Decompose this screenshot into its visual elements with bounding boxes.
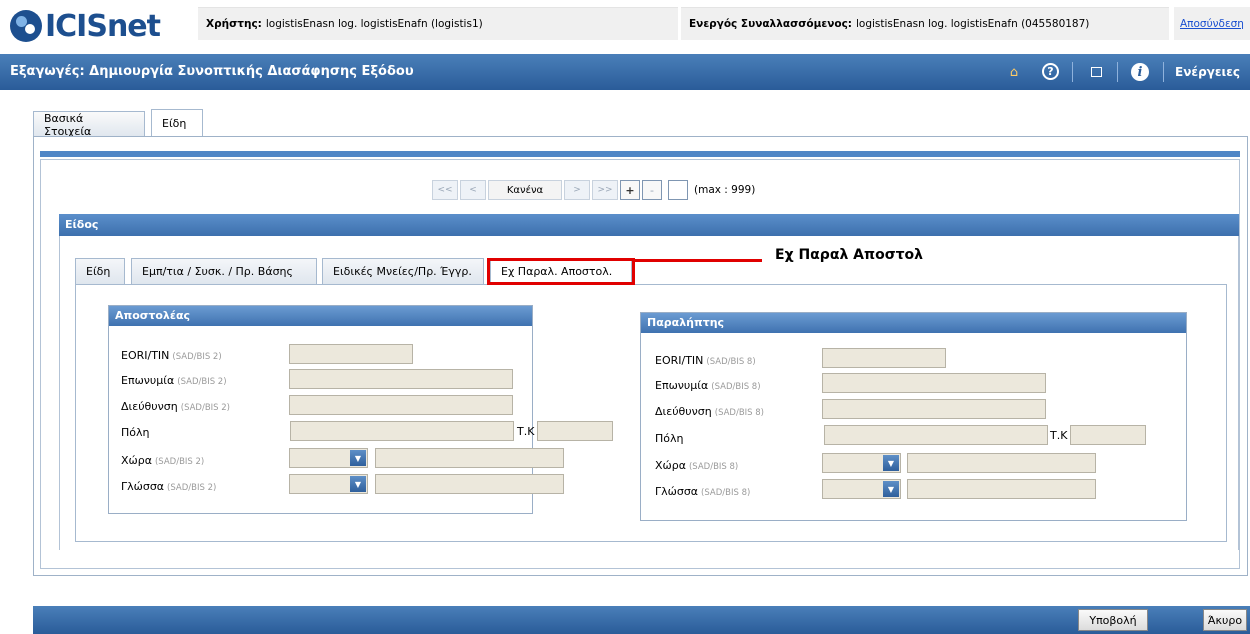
consignee-city-label: Πόλη (655, 431, 684, 445)
consignor-country-select[interactable]: ▼ (289, 448, 368, 468)
callout-label: Εχ Παραλ Αποστολ (775, 247, 924, 263)
active-trader-info: Ενεργός Συναλλασσόμενος: logistisEnasn l… (681, 7, 1169, 40)
item-section-header: Είδος (59, 214, 1239, 236)
user-label: Χρήστης: (206, 18, 262, 30)
consignor-postcode-label: Τ.Κ (517, 425, 535, 438)
consignee-country-label: Χώρα (SAD/BIS 8) (655, 458, 739, 472)
consignee-language-label: Γλώσσα (SAD/BIS 8) (655, 484, 751, 498)
consignee-country-name-input[interactable] (907, 453, 1096, 473)
user-info: Χρήστης: logistisEnasn log. logistisEnaf… (198, 7, 678, 40)
submit-button[interactable]: Υποβολή (1078, 609, 1148, 631)
logo-text: ICISnet (45, 8, 161, 44)
toolbar-divider (1117, 62, 1118, 82)
consignee-title: Παραλήπτης (641, 313, 1186, 333)
consignee-postcode-input[interactable] (1070, 425, 1146, 445)
consignor-postcode-input[interactable] (537, 421, 613, 441)
consignor-language-label: Γλώσσα (SAD/BIS 2) (121, 479, 217, 493)
consignee-city-input[interactable] (824, 425, 1048, 445)
consignee-address-label: Διεύθυνση (SAD/BIS 8) (655, 404, 765, 418)
title-bar: Εξαγωγές: Δημιουργία Συνοπτικής Διασάφησ… (0, 54, 1250, 90)
chevron-down-icon[interactable]: ▼ (350, 476, 366, 492)
item-pager: << < Κανένα > >> + - (max : 999) (432, 179, 755, 201)
home-icon[interactable]: ⌂ (1005, 63, 1023, 81)
tab-basic-info[interactable]: Βασικά Στοιχεία (33, 111, 145, 138)
tab-item-special-mentions[interactable]: Ειδικές Μνείες/Πρ. Έγγρ. (322, 258, 484, 284)
consignee-postcode-label: Τ.Κ (1050, 429, 1068, 442)
user-value: logistisEnasn log. logistisEnafn (logist… (265, 18, 483, 30)
window-icon[interactable] (1087, 63, 1105, 81)
next-page-button[interactable]: > (564, 180, 590, 200)
cancel-button[interactable]: Άκυρο (1203, 609, 1247, 631)
add-item-button[interactable]: + (620, 180, 640, 200)
chevron-down-icon[interactable]: ▼ (350, 450, 366, 466)
consignor-address-input[interactable] (289, 395, 513, 415)
consignor-eori-input[interactable] (289, 344, 413, 364)
first-page-button[interactable]: << (432, 180, 458, 200)
prev-page-button[interactable]: < (460, 180, 486, 200)
tab-item-goods[interactable]: Είδη (75, 258, 125, 284)
tab-item-packages[interactable]: Εμπ/τια / Συσκ. / Πρ. Βάσης (131, 258, 317, 284)
tab-highlight-box (487, 258, 635, 285)
consignor-country-name-input[interactable] (375, 448, 564, 468)
consignor-city-input[interactable] (290, 421, 514, 441)
last-page-button[interactable]: >> (592, 180, 618, 200)
active-trader-value: logistisEnasn log. logistisEnafn (045580… (856, 18, 1090, 30)
logout-link[interactable]: Αποσύνδεση (1174, 7, 1250, 40)
consignee-address-input[interactable] (822, 399, 1046, 419)
logo-mark-icon (10, 10, 42, 42)
consignor-title: Αποστολέας (109, 306, 532, 326)
item-checkbox[interactable] (668, 180, 688, 200)
consignee-eori-label: EORI/TIN (SAD/BIS 8) (655, 353, 756, 367)
consignee-name-label: Επωνυμία (SAD/BIS 8) (655, 378, 761, 392)
callout-line (635, 259, 762, 262)
toolbar-divider (1163, 62, 1164, 82)
top-bar: ICISnet Χρήστης: logistisEnasn log. logi… (0, 0, 1250, 52)
consignee-country-select[interactable]: ▼ (822, 453, 901, 473)
consignee-language-select[interactable]: ▼ (822, 479, 901, 499)
app-logo: ICISnet (10, 6, 161, 46)
help-icon[interactable]: ? (1042, 63, 1059, 80)
consignor-language-select[interactable]: ▼ (289, 474, 368, 494)
consignor-language-name-input[interactable] (375, 474, 564, 494)
toolbar-divider (1072, 62, 1073, 82)
consignee-name-input[interactable] (822, 373, 1046, 393)
remove-item-button[interactable]: - (642, 180, 662, 200)
chevron-down-icon[interactable]: ▼ (883, 481, 899, 497)
current-item-field[interactable]: Κανένα (488, 180, 562, 200)
actions-menu[interactable]: Ενέργειες (1175, 65, 1240, 79)
active-trader-label: Ενεργός Συναλλασσόμενος: (689, 18, 852, 30)
footer-bar (33, 606, 1250, 634)
consignor-name-label: Επωνυμία (SAD/BIS 2) (121, 373, 227, 387)
max-items-text: (max : 999) (694, 184, 756, 196)
consignor-address-label: Διεύθυνση (SAD/BIS 2) (121, 399, 231, 413)
tab-items[interactable]: Είδη (151, 109, 203, 137)
page-title: Εξαγωγές: Δημιουργία Συνοπτικής Διασάφησ… (10, 64, 414, 79)
info-icon[interactable]: i (1131, 63, 1149, 81)
chevron-down-icon[interactable]: ▼ (883, 455, 899, 471)
consignor-name-input[interactable] (289, 369, 513, 389)
consignor-eori-label: EORI/TIN (SAD/BIS 2) (121, 348, 222, 362)
frame-header-bar (40, 151, 1240, 157)
consignee-language-name-input[interactable] (907, 479, 1096, 499)
consignee-eori-input[interactable] (822, 348, 946, 368)
consignor-city-label: Πόλη (121, 425, 150, 439)
consignor-country-label: Χώρα (SAD/BIS 2) (121, 453, 205, 467)
